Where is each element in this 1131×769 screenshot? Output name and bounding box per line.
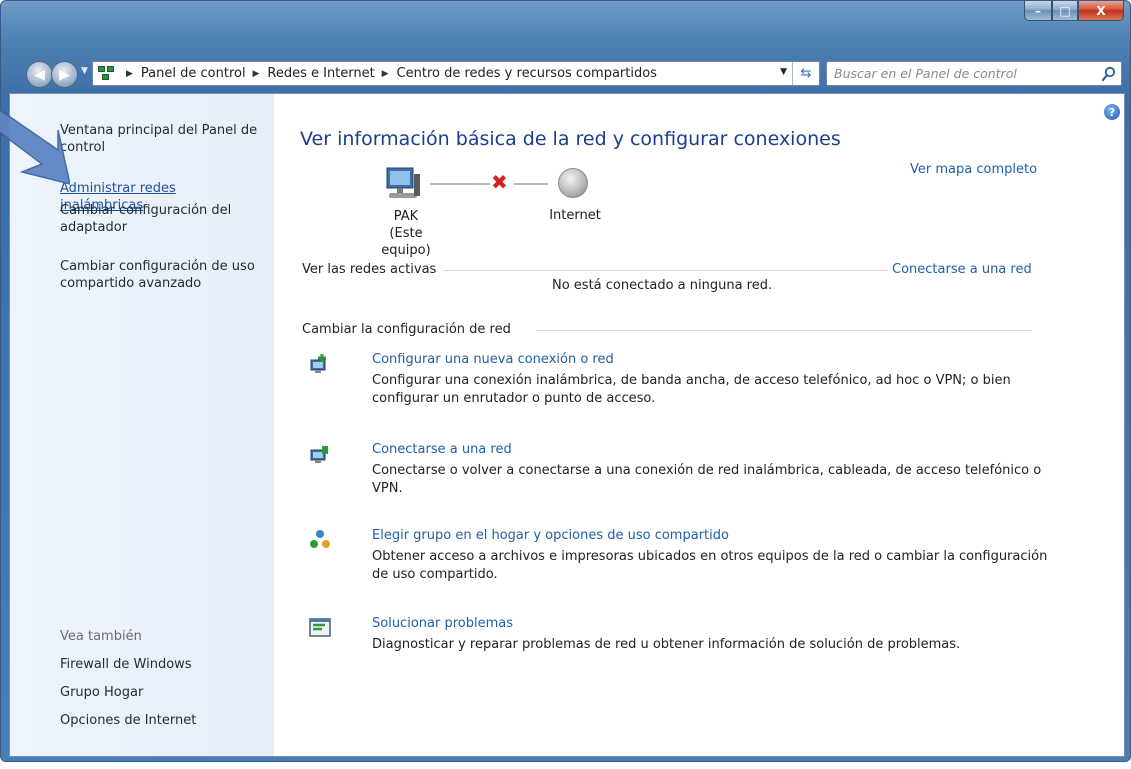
breadcrumb: ▶ Panel de control ▶ Redes e Internet ▶ … [122, 66, 657, 81]
computer-subtitle: (Este equipo) [381, 226, 431, 258]
see-also-heading: Vea también [60, 629, 142, 644]
address-bar[interactable]: ▶ Panel de control ▶ Redes e Internet ▶ … [92, 61, 820, 86]
sidebar-home-link[interactable]: Ventana principal del Panel de control [60, 122, 260, 156]
internet-globe-icon [558, 168, 588, 198]
network-diagram: PAK (Este equipo) ✖ Internet [370, 166, 630, 258]
sidebar-item-adapter-settings[interactable]: Cambiar configuración del adaptador [60, 202, 260, 236]
refresh-icon: ⇆ [800, 66, 812, 81]
task-title[interactable]: Solucionar problemas [372, 616, 513, 631]
refresh-button[interactable]: ⇆ [792, 62, 819, 85]
homegroup-icon [310, 530, 330, 548]
close-button[interactable]: X [1078, 1, 1124, 21]
caption-buttons: – □ X [1024, 1, 1124, 21]
change-settings-heading: Cambiar la configuración de red [302, 322, 511, 337]
new-connection-icon [310, 354, 326, 373]
connection-line [514, 183, 548, 185]
task-title[interactable]: Configurar una nueva conexión o red [372, 352, 614, 367]
page-title: Ver información básica de la red y confi… [300, 128, 841, 150]
sidebar-item-advanced-sharing[interactable]: Cambiar configuración de uso compartido … [60, 258, 260, 292]
divider [536, 330, 1032, 331]
connection-line [430, 183, 490, 185]
computer-name: PAK [393, 209, 419, 224]
recent-pages-dropdown-icon[interactable]: ▼ [81, 66, 88, 76]
breadcrumb-separator-icon: ▶ [249, 68, 260, 79]
breadcrumb-separator-icon: ▶ [378, 68, 389, 79]
task-description: Diagnosticar y reparar problemas de red … [372, 637, 961, 652]
main-content: ? Ver información básica de la red y con… [274, 94, 1124, 756]
minimize-button[interactable]: – [1024, 1, 1052, 21]
back-arrow-icon: ◀ [34, 66, 45, 83]
task-description: Obtener acceso a archivos e impresoras u… [372, 549, 1048, 582]
address-dropdown-icon[interactable]: ▼ [780, 67, 787, 77]
breadcrumb-control-panel[interactable]: Panel de control [141, 66, 246, 81]
active-networks-heading: Ver las redes activas [302, 262, 437, 277]
computer-label: PAK (Este equipo) [366, 208, 446, 259]
full-map-link[interactable]: Ver mapa completo [910, 162, 1037, 177]
no-network-status: No está conectado a ninguna red. [552, 278, 773, 293]
breadcrumb-separator-icon: ▶ [126, 68, 133, 79]
see-also-internet-options[interactable]: Opciones de Internet [60, 712, 260, 729]
task-description: Conectarse o volver a conectarse a una c… [372, 463, 1042, 496]
breadcrumb-network-internet[interactable]: Redes e Internet [267, 66, 374, 81]
help-icon[interactable]: ? [1104, 104, 1120, 120]
back-button[interactable]: ◀ [26, 61, 53, 88]
forward-button[interactable]: ▶ [51, 61, 78, 88]
see-also-firewall[interactable]: Firewall de Windows [60, 656, 260, 673]
pointer-arrow-icon [0, 110, 70, 185]
disconnected-x-icon[interactable]: ✖ [491, 170, 508, 194]
task-description: Configurar una conexión inalámbrica, de … [372, 373, 1011, 406]
maximize-button[interactable]: □ [1052, 1, 1078, 21]
computer-icon [386, 167, 420, 198]
window: – □ X ◀ ▶ ▼ ▶ Panel de control ▶ Redes e… [0, 0, 1131, 762]
connect-network-icon [310, 446, 328, 463]
task-title[interactable]: Elegir grupo en el hogar y opciones de u… [372, 528, 729, 543]
navigation-bar: ◀ ▶ ▼ ▶ Panel de control ▶ Redes e Inter… [1, 57, 1130, 91]
divider [444, 270, 888, 271]
connect-to-network-link[interactable]: Conectarse a una red [892, 262, 1032, 277]
internet-label: Internet [549, 208, 601, 223]
task-title[interactable]: Conectarse a una red [372, 442, 512, 457]
search-icon[interactable] [1101, 66, 1117, 82]
search-input[interactable]: Buscar en el Panel de control [826, 61, 1122, 86]
network-center-icon [98, 65, 116, 82]
client-area: Ventana principal del Panel de control A… [9, 93, 1125, 757]
breadcrumb-network-sharing-center[interactable]: Centro de redes y recursos compartidos [397, 66, 657, 81]
see-also-homegroup[interactable]: Grupo Hogar [60, 684, 260, 701]
search-placeholder: Buscar en el Panel de control [834, 66, 1017, 81]
forward-arrow-icon: ▶ [59, 66, 70, 83]
troubleshoot-icon [309, 618, 331, 637]
